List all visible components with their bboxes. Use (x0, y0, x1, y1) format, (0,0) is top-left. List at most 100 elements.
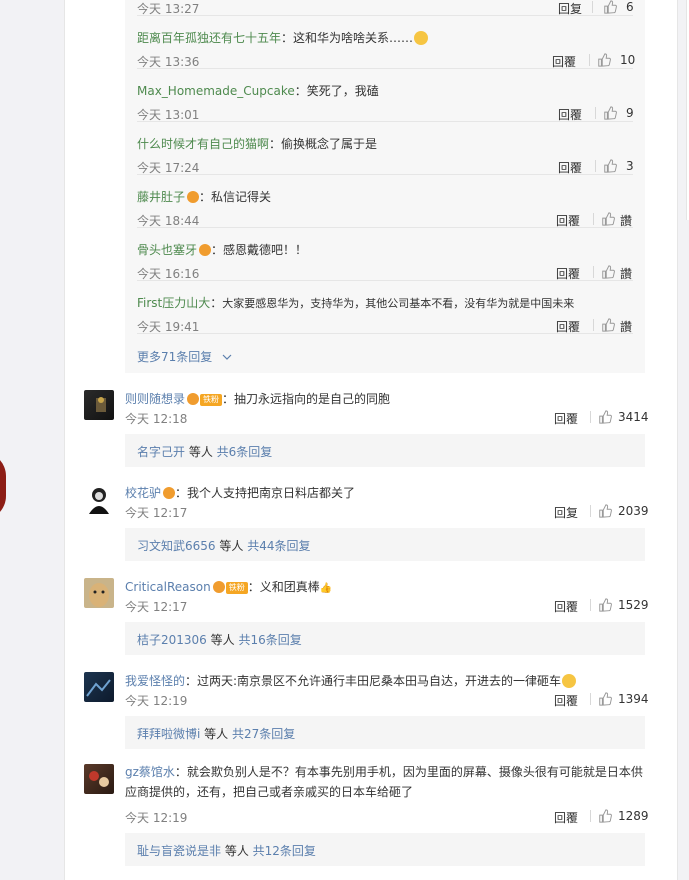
thumbs-up-icon[interactable] (598, 504, 612, 518)
sub-reply-count[interactable]: 共27条回复 (232, 727, 295, 741)
reply-button[interactable]: 回覆 (554, 410, 578, 427)
comment-username[interactable]: CriticalReason (125, 580, 211, 594)
comment-line: 校花驴 ：我个人支持把南京日料店都关了 (125, 484, 355, 501)
comment: 我爱怪怪的：过两天:南京景区不允许通行丰田尼桑本田马自达，开进去的一律砸车 今天… (84, 672, 649, 750)
like-count: 3414 (618, 410, 649, 424)
comment-username[interactable]: 我爱怪怪的 (125, 674, 185, 688)
sub-reply-user[interactable]: 耻与盲瓷说是非 (137, 844, 221, 858)
reply-thread: 今天 13:27 回复 6 距离百年孤独还有七十五年：这和华为啥啥关系…… 今天… (125, 0, 645, 373)
reply-button[interactable]: 回覆 (556, 318, 580, 335)
sub-reply-user[interactable]: 桔子201306 (137, 633, 207, 647)
comment-time: 今天 12:18 (125, 412, 188, 426)
sub-replies-link[interactable]: 桔子201306 等人 共16条回复 (125, 622, 645, 655)
divider (590, 411, 591, 423)
reply-username[interactable]: 距离百年孤独还有七十五年 (137, 31, 281, 45)
comment: 校花驴 ：我个人支持把南京日料店都关了 今天 12:17 回复 2039 习文知武… (84, 484, 649, 562)
comment-meta: 今天 12:19 回覆 1394 (125, 692, 649, 709)
reply-button[interactable]: 回覆 (554, 598, 578, 615)
reply-row: 今天 13:27 回复 6 (137, 0, 634, 16)
comment-time: 今天 12:17 (125, 600, 188, 614)
like-count: 2039 (618, 504, 649, 518)
avatar[interactable] (84, 578, 114, 608)
comment-username[interactable]: 则则随想录 (125, 392, 185, 406)
sub-replies-link[interactable]: 习文知武6656 等人 共44条回复 (125, 528, 645, 561)
reply-username[interactable]: Max_Homemade_Cupcake (137, 84, 295, 98)
comment-meta: 今天 12:17 回覆 1529 (125, 598, 649, 615)
reply-row: 什么时候才有自己的猫啊：偷换概念了属于是 今天 17:24 回覆 3 (137, 121, 634, 175)
colon: ： (269, 137, 282, 151)
avatar[interactable] (84, 672, 114, 702)
colon: ： (294, 84, 307, 98)
comment-text: ：我个人支持把南京日料店都关了 (175, 486, 356, 500)
avatar-image (86, 679, 111, 697)
divider (593, 319, 594, 331)
avatar-image (89, 488, 109, 514)
sub-reply-count[interactable]: 共12条回复 (253, 844, 316, 858)
comment-time: 今天 12:19 (125, 811, 188, 825)
comment-text: ：过两天:南京景区不允许通行丰田尼桑本田马自达，开进去的一律砸车 (185, 674, 562, 688)
more-replies-label: 更多71条回复 (137, 350, 213, 364)
sub-replies-link[interactable]: 拜拜啦微博i 等人 共27条回复 (125, 716, 645, 749)
reply-row: 骨头也塞牙 ：感恩戴德吧！！ 今天 16:16 回覆 讚 (137, 227, 633, 281)
reply-line: 藤井肚子 ：私信记得关 (137, 188, 271, 205)
comment-meta: 今天 12:17 回复 2039 (125, 504, 649, 521)
like-count: 9 (626, 106, 634, 120)
comment-time: 今天 12:17 (125, 506, 188, 520)
comment-line: gz蔡馆水：就会欺负别人是不？有本事先别用手机，因为里面的屏幕、摄像头很有可能就… (125, 762, 645, 802)
reply-row: Max_Homemade_Cupcake：笑死了，我磕 今天 13:01 回覆 … (137, 68, 634, 122)
thumbs-up-icon[interactable] (601, 265, 615, 279)
reply-username[interactable]: 什么时候才有自己的猫啊 (137, 137, 269, 151)
reply-meta: 今天 13:36 回覆 10 (137, 53, 635, 69)
avatar[interactable] (84, 390, 114, 420)
thumbs-up-icon[interactable] (598, 598, 612, 612)
fan-badge: 铁粉 (200, 394, 223, 406)
comment-line: 我爱怪怪的：过两天:南京景区不允许通行丰田尼桑本田马自达，开进去的一律砸车 (125, 672, 577, 689)
reply-text: 这和华为啥啥关系…… (293, 31, 414, 45)
sub-reply-rest: 等人 (215, 539, 248, 553)
sub-replies-link[interactable]: 名字己开 等人 共6条回复 (125, 434, 645, 467)
reply-row: First压力山大：大家要感恩华为，支持华为，其他公司基本不看，没有华为就是中国… (137, 280, 633, 334)
sub-reply-user[interactable]: 习文知武6656 (137, 539, 216, 553)
reply-button[interactable]: 回覆 (554, 809, 578, 826)
sub-reply-count[interactable]: 共16条回复 (238, 633, 301, 647)
reply-button[interactable]: 回覆 (554, 692, 578, 709)
like-count: 3 (626, 159, 634, 173)
sub-reply-rest: 等人 (206, 633, 239, 647)
reply-username[interactable]: 骨头也塞牙 (137, 243, 197, 257)
thumbs-up-icon[interactable] (601, 212, 615, 226)
background-red-shape (0, 452, 6, 520)
thumbs-up-icon[interactable] (601, 318, 615, 332)
sub-replies-link[interactable]: 耻与盲瓷说是非 等人 共12条回复 (125, 833, 645, 866)
colon: ： (281, 31, 294, 45)
thumbs-up-icon[interactable] (603, 106, 617, 120)
thumbs-up-icon[interactable] (603, 0, 617, 14)
sub-reply-user[interactable]: 拜拜啦微博i (137, 727, 200, 741)
thumbs-up-icon[interactable] (598, 692, 612, 706)
more-replies-link[interactable]: 更多71条回复 (137, 348, 232, 365)
avatar[interactable] (84, 764, 114, 794)
thumbs-up-icon[interactable] (598, 809, 612, 823)
reply-username[interactable]: 藤井肚子 (137, 190, 185, 204)
reply-text: 大家要感恩华为，支持华为，其他公司基本不看，没有华为就是中国未来 (222, 297, 575, 310)
avatar-image (96, 397, 106, 412)
sub-reply-rest: 等人 (200, 727, 232, 741)
comment-username[interactable]: gz蔡馆水 (125, 765, 175, 779)
sub-reply-count[interactable]: 共6条回复 (217, 445, 273, 459)
thumbs-up-icon[interactable] (603, 159, 617, 173)
colon: ： (210, 296, 223, 310)
thumbs-up-icon[interactable] (597, 53, 611, 67)
sub-reply-user[interactable]: 名字己开 (137, 445, 185, 459)
reply-username[interactable]: First压力山大 (137, 296, 210, 310)
sub-reply-count[interactable]: 共44条回复 (247, 539, 310, 553)
reply-button[interactable]: 回复 (554, 504, 578, 521)
sub-reply-rest: 等人 (221, 844, 253, 858)
divider (590, 599, 591, 611)
comment-username[interactable]: 校花驴 (125, 486, 161, 500)
thumbs-up-icon[interactable] (598, 410, 612, 424)
avatar[interactable] (84, 484, 114, 514)
fan-badge: 铁粉 (225, 582, 248, 594)
reply-text: 笑死了，我磕 (306, 84, 379, 98)
reply-line: 什么时候才有自己的猫啊：偷换概念了属于是 (137, 135, 377, 152)
reply-meta: 今天 19:41 回覆 讚 (137, 318, 633, 335)
comment: gz蔡馆水：就会欺负别人是不？有本事先别用手机，因为里面的屏幕、摄像头很有可能就… (84, 762, 649, 868)
